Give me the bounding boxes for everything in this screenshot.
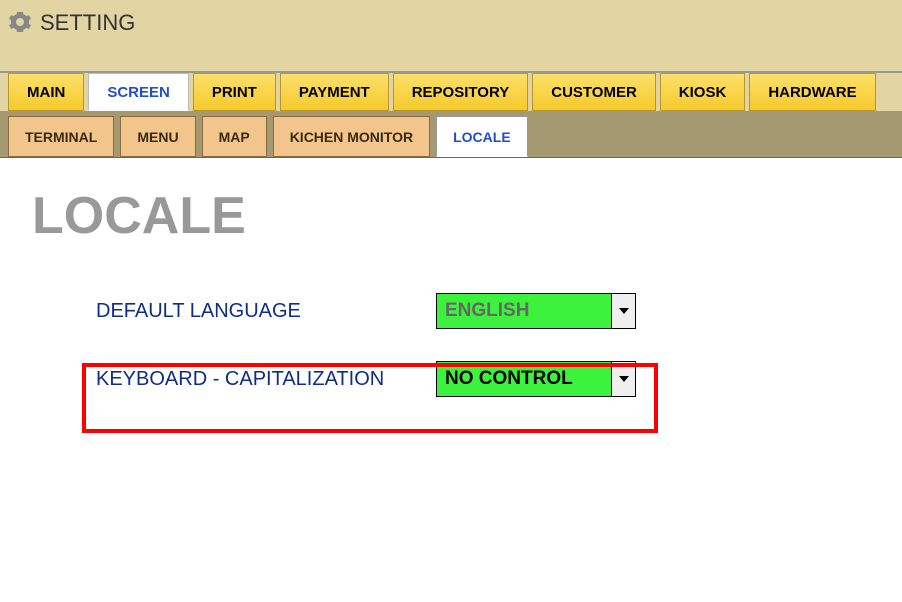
label-keyboard-capitalization: KEYBOARD - CAPITALIZATION — [96, 368, 436, 391]
chevron-down-icon — [611, 294, 635, 328]
chevron-down-icon — [611, 362, 635, 396]
subtab-terminal[interactable]: TERMINAL — [8, 116, 114, 157]
form: DEFAULT LANGUAGE ENGLISH KEYBOARD - CAPI… — [32, 286, 870, 404]
row-default-language: DEFAULT LANGUAGE ENGLISH — [96, 286, 870, 336]
select-keyboard-capitalization-value: NO CONTROL — [437, 362, 611, 396]
select-keyboard-capitalization[interactable]: NO CONTROL — [436, 361, 636, 397]
tab-customer[interactable]: CUSTOMER — [532, 73, 656, 111]
header-bar: SETTING — [0, 0, 902, 72]
tab-repository[interactable]: REPOSITORY — [393, 73, 529, 111]
tab-kiosk[interactable]: KIOSK — [660, 73, 746, 111]
label-default-language: DEFAULT LANGUAGE — [96, 300, 436, 323]
main-tabs: MAIN SCREEN PRINT PAYMENT REPOSITORY CUS… — [0, 72, 902, 112]
tab-print[interactable]: PRINT — [193, 73, 276, 111]
subtab-kichen-monitor[interactable]: KICHEN MONITOR — [273, 116, 430, 157]
tab-payment[interactable]: PAYMENT — [280, 73, 389, 111]
select-default-language[interactable]: ENGLISH — [436, 293, 636, 329]
row-keyboard-capitalization: KEYBOARD - CAPITALIZATION NO CONTROL — [96, 354, 870, 404]
gear-icon — [8, 10, 32, 34]
sub-tabs: TERMINAL MENU MAP KICHEN MONITOR LOCALE — [0, 112, 902, 158]
tab-screen[interactable]: SCREEN — [88, 73, 189, 111]
tab-hardware[interactable]: HARDWARE — [749, 73, 875, 111]
subtab-locale[interactable]: LOCALE — [436, 116, 528, 157]
subtab-menu[interactable]: MENU — [120, 116, 195, 157]
page-title: LOCALE — [32, 186, 870, 246]
subtab-map[interactable]: MAP — [202, 116, 267, 157]
tab-main[interactable]: MAIN — [8, 73, 84, 111]
content-area: LOCALE DEFAULT LANGUAGE ENGLISH KEYBOARD… — [0, 158, 902, 450]
select-default-language-value: ENGLISH — [437, 294, 611, 328]
header-title: SETTING — [40, 10, 135, 36]
